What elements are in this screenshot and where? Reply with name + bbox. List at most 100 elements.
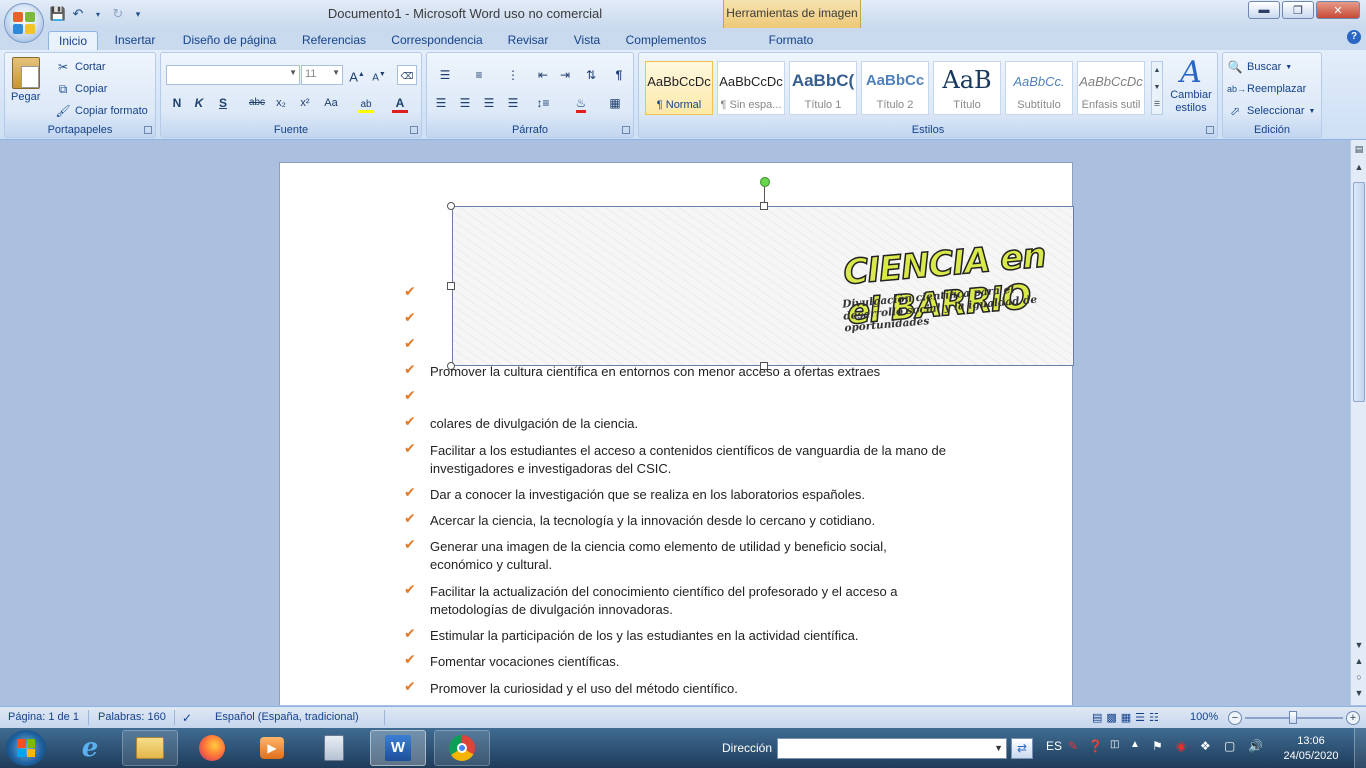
dropbox-tray-icon[interactable]: ❖: [1200, 739, 1211, 753]
subscript-button[interactable]: x₂: [271, 93, 291, 113]
line-spacing-button[interactable]: ↕≡: [529, 93, 557, 113]
paste-button[interactable]: Pegar: [11, 57, 40, 103]
start-button[interactable]: [6, 730, 46, 766]
media-player-icon[interactable]: ▶: [244, 730, 300, 766]
font-color-button[interactable]: A: [387, 93, 413, 113]
multilevel-list-button[interactable]: ⋮: [499, 65, 527, 85]
numbering-button[interactable]: ≡: [465, 65, 493, 85]
help-icon[interactable]: ?: [1347, 30, 1361, 44]
banner-image[interactable]: CIENCIA en el BARRIO Divulgación científ…: [452, 206, 1074, 366]
system-clock[interactable]: 13:06 24/05/2020: [1278, 734, 1344, 764]
view-buttons[interactable]: ▤▩▦☰☷: [1092, 711, 1163, 724]
change-styles-button[interactable]: A Cambiar estilos: [1169, 57, 1213, 115]
tab-insertar[interactable]: Insertar: [106, 31, 164, 50]
help-tray-icon[interactable]: ❓: [1088, 739, 1103, 753]
internet-explorer-icon[interactable]: e: [62, 730, 118, 766]
font-name-combo[interactable]: ▼: [166, 65, 300, 85]
address-input[interactable]: ▼: [777, 738, 1007, 759]
action-center-flag-icon[interactable]: ⚑: [1152, 739, 1163, 753]
increase-indent-button[interactable]: ⇥: [555, 65, 575, 85]
vertical-scrollbar[interactable]: ▤ ▲ ▼ ▲ ○ ▼: [1350, 140, 1366, 705]
tab-vista[interactable]: Vista: [566, 31, 608, 50]
replace-button[interactable]: ab→ Reemplazar: [1227, 81, 1306, 97]
previous-page-icon[interactable]: ▲: [1353, 656, 1365, 668]
font-launcher-icon[interactable]: [410, 126, 418, 134]
shading-button[interactable]: ♨: [567, 93, 595, 113]
styles-launcher-icon[interactable]: [1206, 126, 1214, 134]
highlight-button[interactable]: ab: [353, 93, 379, 113]
style-heading-1[interactable]: AaBbC( Título 1: [789, 61, 857, 115]
style-no-spacing[interactable]: AaBbCcDc ¶ Sin espa...: [717, 61, 785, 115]
browse-object-icon[interactable]: ○: [1353, 672, 1365, 684]
change-case-button[interactable]: Aa: [321, 93, 341, 113]
show-hidden-icons[interactable]: ▲: [1130, 739, 1140, 750]
calculator-icon[interactable]: [306, 730, 362, 766]
tab-referencias[interactable]: Referencias: [294, 31, 374, 50]
shrink-font-button[interactable]: A▼: [369, 65, 389, 85]
show-desktop-button[interactable]: [1354, 728, 1366, 768]
font-size-combo[interactable]: 11 ▼: [301, 65, 343, 85]
copy-button[interactable]: ⧉ Copiar: [55, 81, 108, 97]
superscript-button[interactable]: x²: [295, 93, 315, 113]
word-count[interactable]: Palabras: 160: [98, 711, 166, 723]
chrome-icon[interactable]: [434, 730, 490, 766]
antivirus-tray-icon[interactable]: ◉: [1176, 739, 1186, 753]
clipboard-launcher-icon[interactable]: [144, 126, 152, 134]
word-taskbar-icon[interactable]: W: [370, 730, 426, 766]
file-explorer-icon[interactable]: [122, 730, 178, 766]
justify-button[interactable]: ☰: [503, 93, 523, 113]
tab-complementos[interactable]: Complementos: [620, 31, 712, 50]
bold-button[interactable]: N: [167, 93, 187, 113]
tab-correspondencia[interactable]: Correspondencia: [386, 31, 488, 50]
style-title[interactable]: AaB Título: [933, 61, 1001, 115]
style-subtle-emphasis[interactable]: AaBbCcDc Énfasis sutil: [1077, 61, 1145, 115]
align-center-button[interactable]: ☰: [455, 93, 475, 113]
resize-handle-left[interactable]: [447, 282, 455, 290]
scroll-down-icon[interactable]: ▼: [1353, 640, 1365, 652]
cut-button[interactable]: ✂ Cortar: [55, 59, 106, 75]
next-page-icon[interactable]: ▼: [1353, 688, 1365, 700]
underline-button[interactable]: S: [213, 93, 233, 113]
style-normal[interactable]: AaBbCcDc ¶ Normal: [645, 61, 713, 115]
grow-font-button[interactable]: A▲: [347, 65, 367, 85]
network-tray-icon[interactable]: ◫: [1110, 739, 1119, 750]
style-heading-2[interactable]: AaBbCc Título 2: [861, 61, 929, 115]
tab-revisar[interactable]: Revisar: [500, 31, 556, 50]
align-right-button[interactable]: ☰: [479, 93, 499, 113]
styles-scroll[interactable]: ▲ ▼ ☰: [1151, 61, 1163, 115]
minimize-button[interactable]: ▬: [1248, 1, 1280, 19]
tab-inicio[interactable]: Inicio: [48, 31, 98, 50]
decrease-indent-button[interactable]: ⇤: [533, 65, 553, 85]
display-tray-icon[interactable]: ▢: [1224, 739, 1235, 753]
find-button[interactable]: 🔍 Buscar ▼: [1227, 59, 1293, 75]
zoom-level[interactable]: 100%: [1190, 711, 1218, 723]
resize-handle-top-left[interactable]: [447, 202, 455, 210]
address-go-button[interactable]: ⇄: [1011, 738, 1033, 759]
document-page[interactable]: CIENCIA en el BARRIO Divulgación científ…: [279, 162, 1074, 705]
page-count[interactable]: Página: 1 de 1: [8, 711, 79, 723]
scrollbar-thumb[interactable]: [1353, 182, 1365, 402]
resize-handle-top[interactable]: [760, 202, 768, 210]
paragraph-launcher-icon[interactable]: [622, 126, 630, 134]
zoom-slider-thumb[interactable]: [1289, 711, 1297, 724]
rotation-handle[interactable]: [760, 177, 770, 187]
tab-formato[interactable]: Formato: [760, 31, 822, 50]
ruler-toggle-icon[interactable]: ▤: [1353, 144, 1365, 156]
clear-formatting-button[interactable]: ⌫: [397, 65, 417, 85]
maximize-button[interactable]: ❐: [1282, 1, 1314, 19]
spelling-status-icon[interactable]: ✓: [182, 711, 192, 725]
format-painter-button[interactable]: 🖌 Copiar formato: [55, 103, 147, 119]
show-marks-button[interactable]: ¶: [609, 65, 629, 85]
zoom-in-button[interactable]: +: [1346, 711, 1360, 725]
language[interactable]: Español (España, tradicional): [215, 711, 359, 723]
firefox-icon[interactable]: [184, 730, 240, 766]
volume-icon[interactable]: 🔊: [1248, 739, 1263, 753]
office-button[interactable]: [4, 3, 44, 43]
sort-button[interactable]: ⇅: [581, 65, 601, 85]
italic-button[interactable]: K: [189, 93, 209, 113]
close-button[interactable]: ✕: [1316, 1, 1360, 19]
input-method-icon[interactable]: ✎: [1068, 739, 1078, 753]
zoom-out-button[interactable]: −: [1228, 711, 1242, 725]
borders-button[interactable]: ▦: [601, 93, 629, 113]
bullets-button[interactable]: ☰: [431, 65, 459, 85]
